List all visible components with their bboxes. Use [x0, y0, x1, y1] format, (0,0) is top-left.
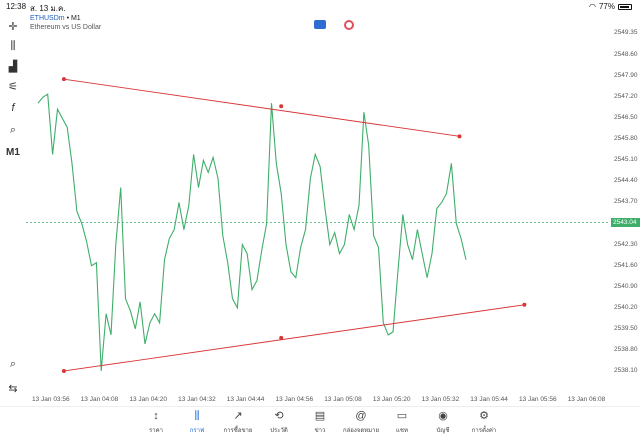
time-tick-label: 13 Jan 04:56 — [275, 396, 314, 403]
time-tick-label: 13 Jan 04:44 — [226, 396, 265, 403]
trendline-anchor[interactable] — [457, 134, 462, 139]
quotes-icon: ↕ — [153, 410, 159, 422]
price-tick-label: 2541.60 — [614, 261, 638, 269]
status-right: ◠ 77% — [589, 2, 632, 11]
history-icon: ⟲ — [274, 410, 284, 422]
left-toolbar: ✛ ⫼ ▟ ⚟ f ⌕ M1 ⌕ ⇆ — [0, 14, 26, 404]
price-tick-label: 2545.80 — [614, 135, 638, 143]
trade-panel-icon[interactable]: ⇆ — [4, 380, 22, 396]
price-tick-label: 2540.20 — [614, 303, 638, 311]
drawing-tools-icon[interactable]: ⌕ — [4, 122, 22, 138]
chart-icon: ⫼ — [194, 410, 200, 422]
nav-item-label: การตั้งค่า — [471, 428, 497, 434]
battery-percent: 77% — [598, 2, 615, 11]
time-tick-label: 13 Jan 04:08 — [80, 396, 119, 403]
price-tick-label: 2538.80 — [614, 345, 638, 353]
current-price-tag: 2543.04 — [611, 217, 640, 227]
time-tick-label: 13 Jan 04:20 — [129, 396, 167, 403]
nav-item-label: แชท — [396, 428, 408, 434]
nav-item-mailbox[interactable]: @ กล่องจดหมาย — [341, 410, 381, 435]
time-tick-label: 13 Jan 04:32 — [178, 396, 216, 403]
price-chart[interactable] — [26, 14, 610, 404]
status-time: 12:38 — [6, 2, 27, 11]
nav-item-quotes[interactable]: ↕ ราคา — [136, 410, 176, 435]
chat-icon: ▭ — [396, 410, 408, 422]
settings-icon: ⚙ — [479, 410, 489, 422]
battery-icon — [618, 3, 632, 10]
zoom-icon[interactable]: ⌕ — [4, 356, 22, 372]
time-tick-label: 13 Jan 05:32 — [421, 396, 460, 403]
time-tick-label: 13 Jan 03:56 — [32, 396, 70, 403]
price-tick-label: 2539.50 — [614, 324, 638, 332]
function-icon[interactable]: f — [4, 100, 22, 116]
price-tick-label: 2547.20 — [614, 93, 638, 101]
trade-icon: ↗ — [233, 410, 243, 422]
nav-item-settings[interactable]: ⚙ การตั้งค่า — [464, 410, 504, 435]
price-tick-label: 2542.30 — [614, 240, 638, 248]
chart-type-icon[interactable]: ⫼ — [4, 38, 22, 54]
nav-item-label: การซื้อขาย — [223, 428, 253, 434]
price-tick-label: 2544.40 — [614, 177, 638, 185]
trendline-anchor[interactable] — [279, 104, 284, 109]
time-tick-label: 13 Jan 05:56 — [519, 396, 557, 403]
time-axis: 13 Jan 03:56 13 Jan 04:08 13 Jan 04:20 13 J… — [26, 396, 640, 406]
price-tick-label: 2538.10 — [614, 366, 638, 374]
trendline-1[interactable] — [63, 78, 460, 137]
nav-item-label: กล่องจดหมาย — [342, 428, 380, 434]
price-tick-label: 2545.10 — [614, 156, 638, 164]
nav-item-account[interactable]: ◉ บัญชี — [423, 410, 463, 435]
trendline-anchor[interactable] — [279, 335, 284, 340]
price-axis: 2549.35 2548.60 2547.90 2547.20 2546.50 2545.… — [612, 14, 640, 404]
price-tick-label: 2547.90 — [614, 72, 638, 80]
wifi-icon: ◠ — [589, 2, 596, 11]
nav-item-label: ประวัติ — [270, 428, 288, 434]
nav-item-trade[interactable]: ↗ การซื้อขาย — [218, 410, 258, 435]
time-tick-label: 13 Jan 05:44 — [470, 396, 508, 403]
account-icon: ◉ — [438, 410, 448, 422]
time-tick-label: 13 Jan 06:08 — [567, 396, 606, 403]
status-bar: 12:38 ส. 13 ม.ค. ◠ 77% — [0, 0, 640, 14]
indicators-icon[interactable]: ▟ — [4, 58, 22, 74]
nav-item-label: ข่าว — [314, 428, 326, 434]
trendline-anchor[interactable] — [61, 77, 66, 82]
nav-item-label: บัญชี — [436, 428, 450, 434]
nav-item-history[interactable]: ⟲ ประวัติ — [259, 410, 299, 435]
nav-item-label: ราคา — [149, 428, 163, 434]
time-tick-label: 13 Jan 05:08 — [324, 396, 362, 403]
chart-settings-icon[interactable]: ⚟ — [4, 78, 22, 94]
crosshair-icon[interactable]: ✛ — [4, 18, 22, 34]
news-icon: ▤ — [314, 410, 326, 422]
price-tick-label: 2549.35 — [614, 28, 638, 36]
price-tick-label: 2548.60 — [614, 51, 638, 59]
price-tick-label: 2546.50 — [614, 114, 638, 122]
trendline-anchor[interactable] — [61, 368, 66, 373]
trendline-2[interactable] — [63, 304, 525, 372]
price-line — [37, 93, 467, 372]
trendline-anchor[interactable] — [522, 302, 527, 307]
price-tick-label: 2543.70 — [614, 198, 638, 206]
nav-item-chart[interactable]: ⫼ กราฟ — [177, 410, 217, 435]
timeframe-button[interactable]: M1 — [4, 144, 22, 160]
mailbox-icon: @ — [355, 410, 367, 422]
nav-item-chat[interactable]: ▭ แชท — [382, 410, 422, 435]
time-tick-label: 13 Jan 05:20 — [372, 396, 411, 403]
bottom-navigation: ↕ ราคา ⫼ กราฟ ↗ การซื้อขาย ⟲ ประวัติ ▤ ข่าว @ กล่อง… — [0, 406, 640, 447]
nav-item-label: กราฟ — [189, 428, 205, 434]
nav-item-news[interactable]: ▤ ข่าว — [300, 410, 340, 435]
price-tick-label: 2540.90 — [614, 282, 638, 290]
